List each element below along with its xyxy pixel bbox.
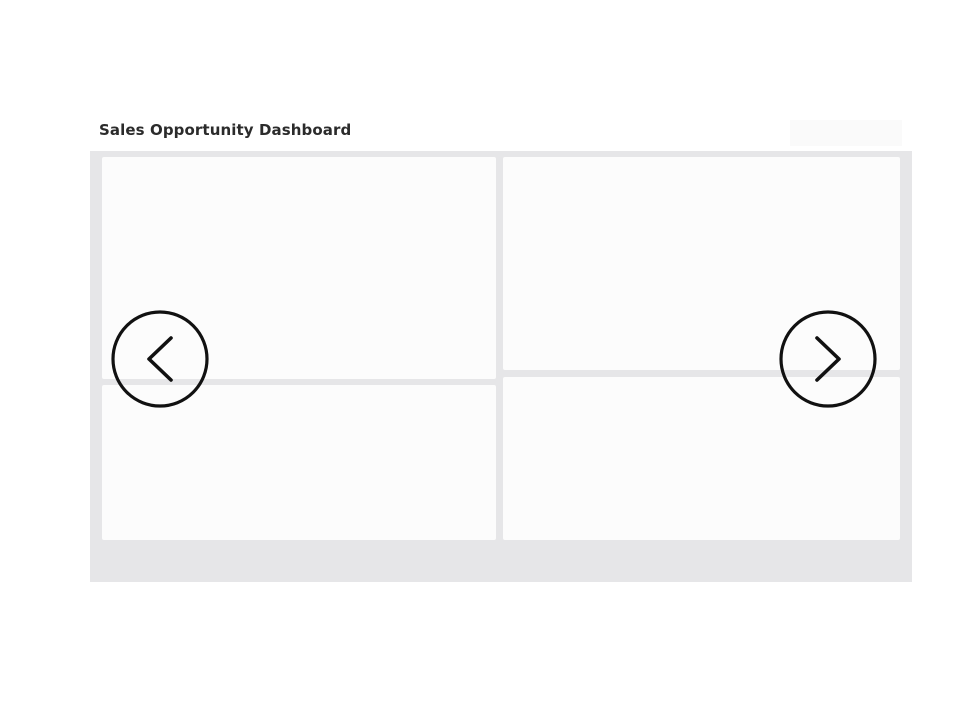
- previous-page-button[interactable]: [111, 310, 209, 408]
- chevron-right-circle-icon: [779, 310, 877, 408]
- visual-tile-bottom-left[interactable]: [102, 385, 496, 540]
- chevron-left-circle-icon: [111, 310, 209, 408]
- next-page-button[interactable]: [779, 310, 877, 408]
- page-title: Sales Opportunity Dashboard: [99, 121, 352, 139]
- header-toolbar-placeholder: [790, 120, 902, 146]
- dashboard-header: Sales Opportunity Dashboard: [90, 118, 902, 150]
